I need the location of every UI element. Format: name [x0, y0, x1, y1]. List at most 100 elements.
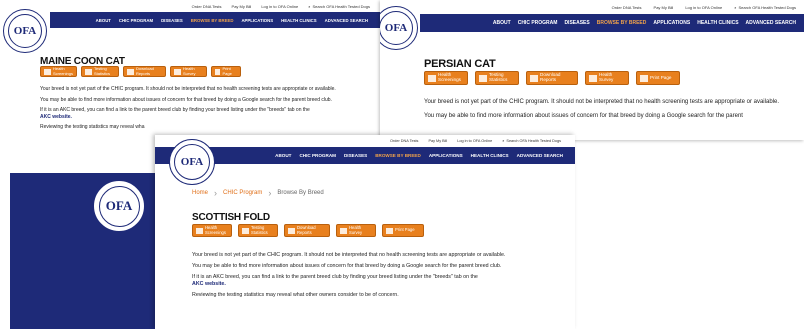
- breadcrumb-home[interactable]: Home: [192, 190, 208, 196]
- utility-bar: Order DNA Tests Pay My Bill Log in to OF…: [0, 0, 390, 12]
- para-chic-status: Your breed is not yet part of the CHIC p…: [192, 252, 506, 258]
- para-testing-stats: Reviewing the testing statistics may rev…: [192, 291, 399, 298]
- print-page-button[interactable]: Print Page: [382, 224, 424, 237]
- heart-icon: [44, 68, 51, 75]
- ofa-logo[interactable]: OFA: [380, 6, 418, 50]
- pay-bill-link[interactable]: Pay My Bill: [654, 5, 674, 10]
- main-nav: ABOUT CHIC PROGRAM DISEASES BROWSE BY BR…: [155, 147, 575, 164]
- para-akc: If it is an AKC breed, you can find a li…: [192, 273, 478, 287]
- nav-diseases[interactable]: DISEASES: [564, 20, 589, 26]
- download-reports-button[interactable]: Download Reports: [123, 66, 166, 77]
- page-title: PERSIAN CAT: [424, 58, 496, 70]
- breadcrumb-chic-program[interactable]: CHIC Program: [223, 190, 262, 196]
- ofa-logo[interactable]: OFA: [169, 139, 215, 185]
- nav-chic-program[interactable]: CHIC PROGRAM: [119, 18, 153, 23]
- health-screenings-button[interactable]: Health Screenings: [40, 66, 77, 77]
- akc-website-link[interactable]: AKC website.: [40, 114, 72, 120]
- search-link[interactable]: ⌕ Search OFA Health Tested Dogs: [734, 5, 796, 10]
- screenshot-scottish-fold: Order DNA Tests Pay My Bill Log in to OF…: [155, 135, 575, 329]
- order-dna-link[interactable]: Order DNA Tests: [612, 5, 642, 10]
- print-page-button[interactable]: Print Page: [636, 71, 680, 85]
- ofa-logo[interactable]: OFA: [3, 9, 47, 53]
- nav-browse-by-breed[interactable]: BROWSE BY BREED: [375, 153, 421, 158]
- testing-statistics-button[interactable]: Testing Statistics: [238, 224, 278, 237]
- pay-bill-link[interactable]: Pay My Bill: [232, 4, 252, 9]
- nav-advanced-search[interactable]: ADVANCED SEARCH: [325, 18, 368, 23]
- nav-applications[interactable]: APPLICATIONS: [653, 20, 690, 26]
- search-link[interactable]: ⌕ Search OFA Health Tested Dogs: [502, 139, 561, 143]
- order-dna-link[interactable]: Order DNA Tests: [192, 4, 222, 9]
- login-link[interactable]: Log in to OFA Online: [685, 5, 722, 10]
- screenshot-persian: Order DNA Tests Pay My Bill Log in to OF…: [380, 0, 804, 140]
- nav-health-clinics[interactable]: HEALTH CLINICS: [471, 153, 509, 158]
- nav-health-clinics[interactable]: HEALTH CLINICS: [281, 18, 317, 23]
- ofa-logo-large: OFA: [93, 180, 145, 232]
- action-buttons: Health Screenings Testing Statistics Downl…: [424, 71, 680, 85]
- survey-icon: [174, 68, 181, 75]
- para-testing-stats: Reviewing the testing statistics may rev…: [40, 124, 145, 130]
- utility-bar: Order DNA Tests Pay My Bill Log in to OF…: [155, 135, 575, 147]
- para-chic-status: Your breed is not yet part of the CHIC p…: [424, 99, 779, 105]
- pay-bill-link[interactable]: Pay My Bill: [428, 139, 447, 143]
- nav-about[interactable]: ABOUT: [275, 153, 291, 158]
- para-google-search: You may be able to find more information…: [424, 112, 743, 119]
- download-reports-button[interactable]: Download Reports: [284, 224, 330, 237]
- order-dna-link[interactable]: Order DNA Tests: [390, 139, 418, 143]
- health-survey-button[interactable]: Health Survey: [170, 66, 207, 77]
- main-nav: ABOUT CHIC PROGRAM DISEASES BROWSE BY BR…: [420, 14, 804, 32]
- search-icon: ⌕: [734, 4, 737, 10]
- nav-about[interactable]: ABOUT: [493, 20, 511, 26]
- search-icon: ⌕: [502, 139, 505, 143]
- nav-applications[interactable]: APPLICATIONS: [429, 153, 463, 158]
- print-page-button[interactable]: Print Page: [211, 66, 241, 77]
- nav-applications[interactable]: APPLICATIONS: [241, 18, 273, 23]
- content: Your breed is not yet part of the CHIC p…: [40, 86, 360, 131]
- document-icon: [127, 68, 134, 75]
- chart-icon: [479, 74, 487, 82]
- testing-statistics-button[interactable]: Testing Statistics: [475, 71, 519, 85]
- nav-browse-by-breed[interactable]: BROWSE BY BREED: [191, 18, 234, 23]
- chart-icon: [242, 227, 249, 234]
- survey-icon: [589, 74, 597, 82]
- health-screenings-button[interactable]: Health Screenings: [192, 224, 232, 237]
- nav-advanced-search[interactable]: ADVANCED SEARCH: [746, 20, 796, 26]
- chevron-right-icon: ›: [214, 188, 218, 198]
- login-link[interactable]: Log in to OFA Online: [457, 139, 492, 143]
- nav-about[interactable]: ABOUT: [96, 18, 111, 23]
- action-buttons: Health Screenings Testing Statistics Downl…: [40, 66, 241, 77]
- heart-icon: [196, 227, 203, 234]
- page-title: SCOTTISH FOLD: [192, 212, 270, 223]
- health-survey-button[interactable]: Health Survey: [585, 71, 629, 85]
- para-google-search: You may be able to find more information…: [192, 262, 502, 269]
- printer-icon: [640, 74, 648, 82]
- health-screenings-button[interactable]: Health Screenings: [424, 71, 468, 85]
- search-link[interactable]: ⌕ Search OFA Health Tested Dogs: [308, 4, 370, 9]
- chevron-right-icon: ›: [268, 188, 272, 198]
- heart-icon: [428, 74, 436, 82]
- printer-icon: [386, 227, 393, 234]
- nav-diseases[interactable]: DISEASES: [161, 18, 183, 23]
- search-icon: ⌕: [308, 3, 311, 9]
- nav-diseases[interactable]: DISEASES: [344, 153, 367, 158]
- nav-chic-program[interactable]: CHIC PROGRAM: [518, 20, 558, 26]
- content: Your breed is not yet part of the CHIC p…: [192, 252, 562, 298]
- download-reports-button[interactable]: Download Reports: [526, 71, 578, 85]
- nav-advanced-search[interactable]: ADVANCED SEARCH: [517, 153, 563, 158]
- health-survey-button[interactable]: Health Survey: [336, 224, 376, 237]
- utility-bar: Order DNA Tests Pay My Bill Log in to OF…: [380, 0, 804, 14]
- para-chic-status: Your breed is not yet part of the CHIC p…: [40, 86, 336, 92]
- content: Your breed is not yet part of the CHIC p…: [424, 99, 796, 121]
- document-icon: [288, 227, 295, 234]
- nav-health-clinics[interactable]: HEALTH CLINICS: [697, 20, 738, 26]
- chart-icon: [85, 68, 92, 75]
- nav-chic-program[interactable]: CHIC PROGRAM: [299, 153, 336, 158]
- nav-browse-by-breed[interactable]: BROWSE BY BREED: [597, 20, 647, 26]
- testing-statistics-button[interactable]: Testing Statistics: [81, 66, 119, 77]
- breadcrumb-browse-by-breed: Browse By Breed: [277, 190, 324, 196]
- survey-icon: [340, 227, 347, 234]
- para-akc: If it is an AKC breed, you can find a li…: [40, 107, 310, 120]
- breadcrumb: Home › CHIC Program › Browse By Breed: [192, 188, 324, 198]
- login-link[interactable]: Log in to OFA Online: [261, 4, 298, 9]
- para-google-search: You may be able to find more information…: [40, 96, 332, 103]
- akc-website-link[interactable]: AKC website.: [192, 281, 226, 287]
